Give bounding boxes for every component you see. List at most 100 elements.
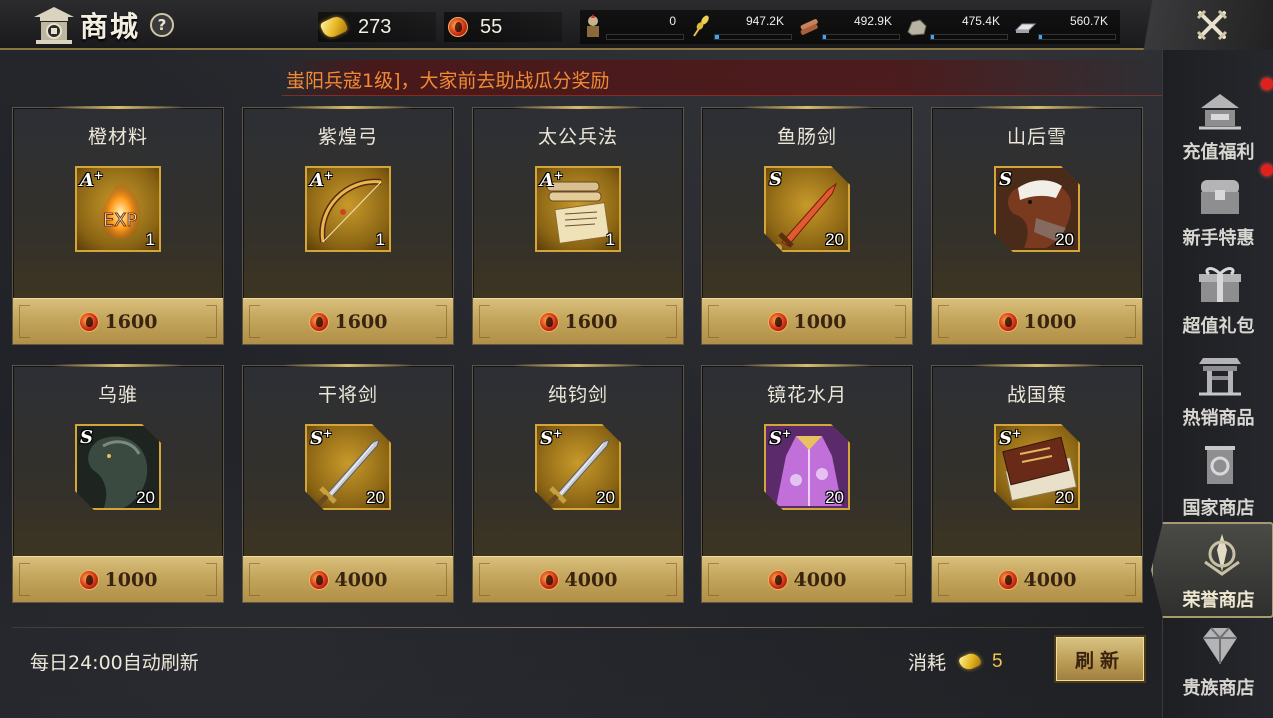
buy-button[interactable]: 1600 bbox=[473, 298, 683, 344]
resource-value: 492.9K bbox=[853, 14, 892, 28]
cost-value: 5 bbox=[992, 650, 1003, 672]
item-grade-badge: A+ bbox=[540, 169, 564, 191]
item-icon-frame[interactable]: S 20 bbox=[764, 166, 850, 252]
shop-item-card[interactable]: 纯钧剑 S+ 20 4000 bbox=[472, 364, 684, 603]
honor-coin-icon bbox=[78, 569, 99, 590]
buy-button[interactable]: 4000 bbox=[932, 556, 1142, 602]
close-panel bbox=[1123, 0, 1273, 50]
item-grade-badge: S bbox=[769, 169, 782, 190]
close-button[interactable] bbox=[1195, 8, 1229, 42]
item-price: 4000 bbox=[564, 568, 618, 591]
sidebar-tab-label: 热销商品 bbox=[1182, 408, 1255, 429]
buy-button[interactable]: 1600 bbox=[243, 298, 453, 344]
refresh-note: 每日24:00自动刷新 bbox=[30, 652, 199, 674]
buy-button[interactable]: 4000 bbox=[702, 556, 912, 602]
item-icon-frame[interactable]: S+ 20 bbox=[994, 424, 1080, 510]
buy-button[interactable]: 4000 bbox=[473, 556, 683, 602]
sidebar-tab-6[interactable]: 贵族商店 bbox=[1163, 622, 1273, 710]
gold-counter: 273 bbox=[318, 12, 436, 42]
sidebar-tab-2[interactable]: 超值礼包 bbox=[1163, 260, 1273, 348]
sidebar-tab-label: 超值礼包 bbox=[1182, 316, 1255, 337]
shop-item-card[interactable]: 鱼肠剑 S 20 1000 bbox=[701, 106, 913, 345]
shop-title-group: 商城 ? bbox=[32, 4, 175, 46]
item-grade-badge: S+ bbox=[999, 427, 1022, 449]
chest-icon bbox=[1195, 174, 1245, 218]
buy-button[interactable]: 1000 bbox=[932, 298, 1142, 344]
refresh-button[interactable]: 刷新 bbox=[1056, 637, 1144, 681]
item-price: 4000 bbox=[334, 568, 388, 591]
honor-coin-icon bbox=[448, 17, 468, 37]
honor-icon bbox=[1197, 532, 1247, 576]
recharge-icon bbox=[1195, 88, 1245, 132]
shop-item-card[interactable]: 紫煌弓 A+ 1 1600 bbox=[242, 106, 454, 345]
sidebar-tab-0[interactable]: 充值福利 bbox=[1163, 86, 1273, 174]
sidebar-tab-label: 贵族商店 bbox=[1182, 678, 1255, 699]
resource-capacity-fill bbox=[715, 35, 719, 39]
resource-1: 947.2K bbox=[688, 10, 796, 44]
resource-capacity-bar bbox=[1038, 34, 1116, 40]
top-bar: 商城 ? 273 55 0 947.2K 492.9K 475.4K 560.7K bbox=[0, 0, 1273, 50]
honor-coin-icon bbox=[538, 569, 559, 590]
resource-4: 560.7K bbox=[1012, 10, 1120, 44]
shop-item-card[interactable]: 镜花水月 S+ 20 4000 bbox=[701, 364, 913, 603]
buy-button[interactable]: 1000 bbox=[13, 556, 223, 602]
item-quantity: 20 bbox=[596, 488, 615, 507]
shop-item-card[interactable]: 乌骓 S 20 1000 bbox=[12, 364, 224, 603]
honor-coin-icon bbox=[78, 311, 99, 332]
shop-category-sidebar: 充值福利新手特惠超值礼包热销商品国家商店荣誉商店贵族商店 bbox=[1151, 50, 1273, 718]
gold-ingot-icon bbox=[957, 650, 983, 673]
resource-0: 0 bbox=[580, 10, 688, 44]
item-icon-frame[interactable]: EXP A+ 1 bbox=[75, 166, 161, 252]
item-grade-badge: A+ bbox=[310, 169, 334, 191]
shop-item-card[interactable]: 橙材料 EXP A+ 1 1600 bbox=[12, 106, 224, 345]
help-button[interactable]: ? bbox=[150, 13, 175, 37]
item-name: 紫煌弓 bbox=[317, 126, 378, 148]
item-price: 1600 bbox=[564, 310, 618, 333]
buy-button[interactable]: 1000 bbox=[702, 298, 912, 344]
sidebar-tab-label: 新手特惠 bbox=[1182, 228, 1255, 249]
sidebar-tab-label: 荣誉商店 bbox=[1182, 590, 1255, 611]
item-grade-badge: S+ bbox=[540, 427, 563, 449]
buy-button[interactable]: 1600 bbox=[13, 298, 223, 344]
svg-text:EXP: EXP bbox=[103, 210, 138, 231]
refresh-cost: 消耗 5 bbox=[908, 648, 1003, 675]
sidebar-tab-3[interactable]: 热销商品 bbox=[1163, 352, 1273, 440]
item-name: 纯钧剑 bbox=[547, 384, 608, 406]
resource-capacity-fill bbox=[1039, 35, 1043, 39]
item-price: 1000 bbox=[1023, 310, 1077, 333]
gold-ingot-icon bbox=[319, 13, 349, 41]
sidebar-tab-4[interactable]: 国家商店 bbox=[1163, 442, 1273, 530]
stone-icon bbox=[906, 14, 928, 38]
item-price: 1000 bbox=[104, 568, 158, 591]
soldier-icon bbox=[582, 14, 604, 38]
item-price: 4000 bbox=[793, 568, 847, 591]
honor-coin-icon bbox=[767, 569, 788, 590]
shop-item-card[interactable]: 太公兵法 A+ 1 1600 bbox=[472, 106, 684, 345]
buy-button[interactable]: 4000 bbox=[243, 556, 453, 602]
shop-item-card[interactable]: 战国策 S+ 20 4000 bbox=[931, 364, 1143, 603]
item-icon-frame[interactable]: S 20 bbox=[75, 424, 161, 510]
resource-capacity-fill bbox=[931, 35, 935, 39]
item-quantity: 20 bbox=[1055, 488, 1074, 507]
item-grade-badge: S bbox=[999, 169, 1012, 190]
item-icon-frame[interactable]: S+ 20 bbox=[305, 424, 391, 510]
shop-item-card[interactable]: 山后雪 S 20 1000 bbox=[931, 106, 1143, 345]
sidebar-tab-1[interactable]: 新手特惠 bbox=[1163, 172, 1273, 260]
item-price: 1600 bbox=[334, 310, 388, 333]
item-grade-badge: S+ bbox=[310, 427, 333, 449]
item-icon-frame[interactable]: S+ 20 bbox=[764, 424, 850, 510]
footer-divider bbox=[12, 627, 1144, 628]
resource-value: 475.4K bbox=[961, 14, 1000, 28]
sidebar-tab-5[interactable]: 荣誉商店 bbox=[1151, 522, 1273, 618]
item-quantity: 1 bbox=[145, 230, 155, 249]
item-icon-frame[interactable]: S+ 20 bbox=[535, 424, 621, 510]
item-quantity: 20 bbox=[825, 230, 844, 249]
item-icon-frame[interactable]: A+ 1 bbox=[305, 166, 391, 252]
item-icon-frame[interactable]: A+ 1 bbox=[535, 166, 621, 252]
item-name: 太公兵法 bbox=[537, 126, 618, 148]
notification-dot bbox=[1261, 78, 1273, 90]
item-quantity: 20 bbox=[366, 488, 385, 507]
shop-item-card[interactable]: 干将剑 S+ 20 4000 bbox=[242, 364, 454, 603]
notification-dot bbox=[1261, 164, 1273, 176]
item-icon-frame[interactable]: S 20 bbox=[994, 166, 1080, 252]
